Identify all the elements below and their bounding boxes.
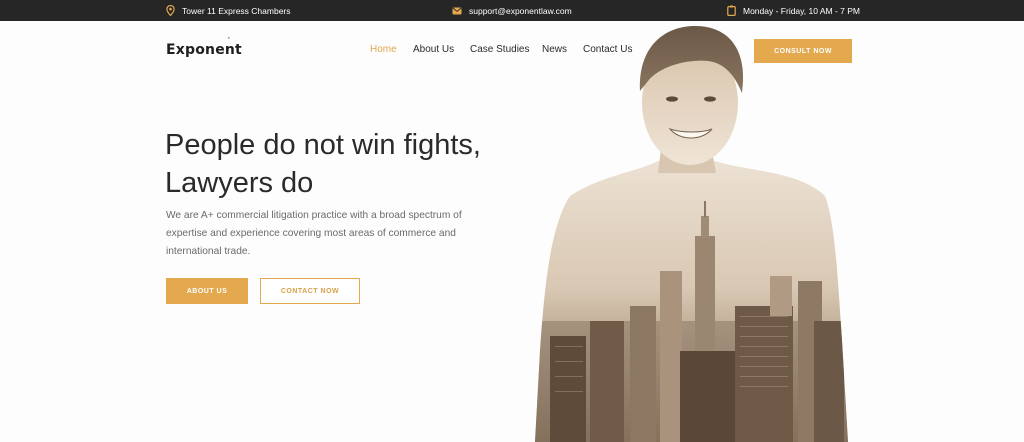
hero-portrait-city-image (535, 26, 848, 442)
hours-text: Monday - Friday, 10 AM - 7 PM (743, 5, 860, 16)
email-info[interactable]: support@exponentlaw.com (452, 0, 572, 21)
location-pin-icon (166, 5, 175, 16)
hours-info: Monday - Friday, 10 AM - 7 PM (727, 0, 860, 21)
hero-headline: People do not win fights, Lawyers do (165, 126, 525, 202)
description-line-3: international trade. (166, 246, 251, 257)
nav-item-about-us[interactable]: About Us (413, 44, 454, 55)
top-info-bar: Tower 11 Express Chambers support@expone… (0, 0, 1024, 21)
contact-now-button[interactable]: CONTACT NOW (260, 278, 360, 304)
logo-caret-mark: ˆ (227, 37, 231, 45)
email-text[interactable]: support@exponentlaw.com (469, 6, 572, 16)
nav-item-home[interactable]: Home (370, 44, 397, 55)
nav-item-contact-us[interactable]: Contact Us (583, 44, 632, 55)
about-us-button[interactable]: ABOUT US (166, 278, 248, 304)
address-info: Tower 11 Express Chambers (166, 0, 291, 21)
address-text: Tower 11 Express Chambers (182, 5, 291, 16)
site-logo[interactable]: Exponent (166, 42, 242, 58)
hero-description: We are A+ commercial litigation practice… (166, 207, 496, 261)
headline-line-1: People do not win fights, (165, 129, 481, 161)
envelope-icon (452, 7, 462, 14)
nav-item-news[interactable]: News (542, 44, 567, 55)
headline-line-2: Lawyers do (165, 167, 314, 199)
description-line-1: We are A+ commercial litigation practice… (166, 210, 462, 221)
nav-item-case-studies[interactable]: Case Studies (470, 44, 529, 55)
description-line-2: expertise and experience covering most a… (166, 228, 456, 239)
clipboard-icon (727, 5, 736, 16)
consult-now-button[interactable]: CONSULT NOW (754, 39, 852, 63)
